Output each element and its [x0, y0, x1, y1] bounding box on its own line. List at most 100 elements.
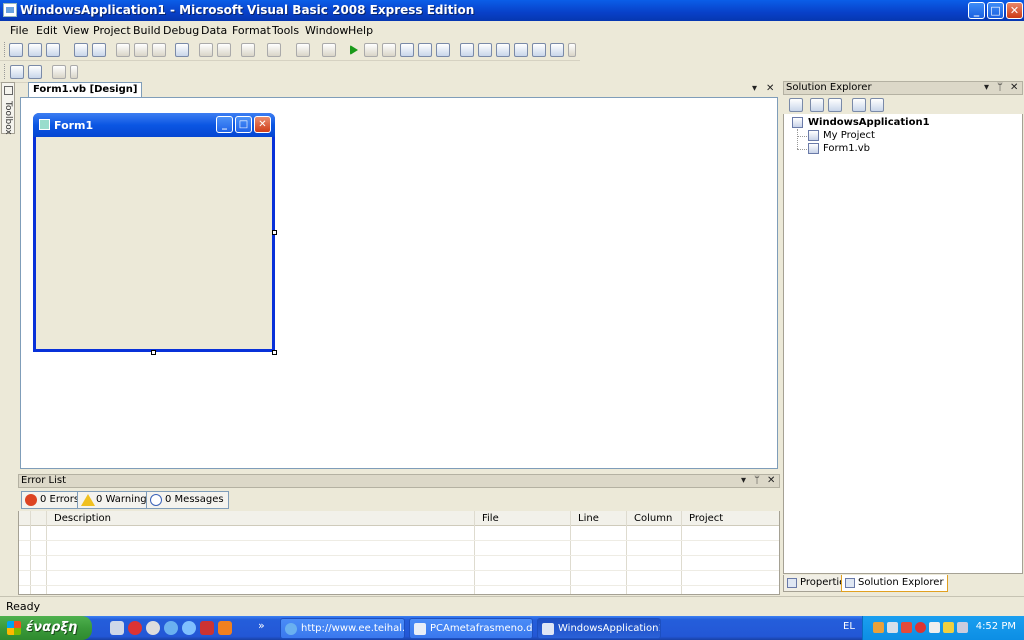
toolbox-tab[interactable]: Toolbox: [1, 82, 15, 135]
document-list-dropdown-icon[interactable]: ▾: [752, 83, 757, 94]
properties-icon[interactable]: [789, 98, 803, 112]
tab-form1-design[interactable]: Form1.vb [Design]: [28, 82, 143, 97]
title-bar[interactable]: WindowsApplication1 - Microsoft Visual B…: [0, 0, 1024, 21]
form-minimize-button[interactable]: _: [216, 116, 233, 133]
paste-icon[interactable]: [152, 43, 166, 57]
column-file[interactable]: File: [482, 513, 499, 524]
redo-icon[interactable]: [267, 43, 281, 57]
tray-volume-icon[interactable]: [929, 622, 940, 633]
tray-security-icon[interactable]: [901, 622, 912, 633]
quicklaunch-flag-icon[interactable]: [200, 621, 214, 635]
taskbar-item-document[interactable]: PCAmetafrasmeno.d...: [409, 618, 533, 639]
quicklaunch-ie-icon[interactable]: [164, 621, 178, 635]
solution-explorer-close-icon[interactable]: ✕: [1010, 82, 1018, 93]
find-icon[interactable]: [175, 43, 189, 57]
stop-debugging-icon[interactable]: [382, 43, 396, 57]
step-out-icon[interactable]: [436, 43, 450, 57]
form1-window[interactable]: Form1 _ □ ✕: [33, 113, 275, 352]
quicklaunch-app-icon[interactable]: [110, 621, 124, 635]
menu-file[interactable]: File: [10, 24, 28, 37]
view-code-icon[interactable]: [852, 98, 866, 112]
close-button[interactable]: ✕: [1006, 2, 1023, 19]
uncomment-icon[interactable]: [217, 43, 231, 57]
warnings-filter-button[interactable]: 0 Warnings: [77, 491, 157, 509]
menu-view[interactable]: View: [63, 24, 89, 37]
view-designer-icon[interactable]: [870, 98, 884, 112]
resize-handle-right[interactable]: [272, 230, 277, 235]
column-column[interactable]: Column: [634, 513, 672, 524]
menu-help[interactable]: Help: [348, 24, 373, 37]
errors-filter-button[interactable]: 0 Errors: [21, 491, 85, 509]
tray-opera-icon[interactable]: [915, 622, 926, 633]
menu-format[interactable]: Format: [232, 24, 271, 37]
toolbar-overflow-icon[interactable]: [568, 43, 576, 57]
error-list-pin-icon[interactable]: ᛘ: [754, 475, 760, 486]
toolbar-grip[interactable]: [4, 64, 7, 79]
object-browser-icon[interactable]: [496, 43, 510, 57]
form-maximize-button[interactable]: □: [235, 116, 252, 133]
solution-explorer-icon[interactable]: [460, 43, 474, 57]
save-all-icon[interactable]: [92, 43, 106, 57]
add-project-icon[interactable]: [9, 43, 23, 57]
solution-explorer-pin-icon[interactable]: ᛘ: [997, 82, 1003, 93]
tray-network-icon[interactable]: [887, 622, 898, 633]
messages-filter-button[interactable]: 0 Messages: [146, 491, 229, 509]
toolbar-overflow-icon[interactable]: [70, 65, 78, 79]
tab-order-icon[interactable]: [52, 65, 66, 79]
form1-title-bar[interactable]: Form1 _ □ ✕: [33, 113, 275, 137]
quicklaunch-media-icon[interactable]: [146, 621, 160, 635]
quicklaunch-overflow-icon[interactable]: »: [258, 619, 265, 632]
vb-app-icon[interactable]: [3, 3, 17, 17]
start-page-icon[interactable]: [550, 43, 564, 57]
minimize-button[interactable]: _: [968, 2, 985, 19]
save-icon[interactable]: [74, 43, 88, 57]
menu-data[interactable]: Data: [201, 24, 227, 37]
maximize-button[interactable]: □: [987, 2, 1004, 19]
tray-monitor-icon[interactable]: [957, 622, 968, 633]
toolbox-icon[interactable]: [514, 43, 528, 57]
tray-alert-icon[interactable]: [943, 622, 954, 633]
refresh-icon[interactable]: [828, 98, 842, 112]
error-list-close-icon[interactable]: ✕: [767, 475, 775, 486]
break-all-icon[interactable]: [364, 43, 378, 57]
column-project[interactable]: Project: [689, 513, 723, 524]
resize-handle-corner[interactable]: [272, 350, 277, 355]
clock[interactable]: 4:52 PM: [976, 621, 1016, 632]
resize-handle-bottom[interactable]: [151, 350, 156, 355]
tree-item-form1[interactable]: Form1.vb: [823, 143, 870, 154]
taskbar-item-browser[interactable]: http://www.ee.teihal...: [280, 618, 405, 639]
close-document-icon[interactable]: ✕: [766, 83, 774, 94]
language-indicator[interactable]: EL: [843, 621, 855, 632]
column-description[interactable]: Description: [54, 513, 111, 524]
comment-icon[interactable]: [199, 43, 213, 57]
menu-edit[interactable]: Edit: [36, 24, 57, 37]
undo-icon[interactable]: [241, 43, 255, 57]
cut-icon[interactable]: [116, 43, 130, 57]
navigate-forward-icon[interactable]: [322, 43, 336, 57]
column-line[interactable]: Line: [578, 513, 599, 524]
form-close-button[interactable]: ✕: [254, 116, 271, 133]
show-all-files-icon[interactable]: [810, 98, 824, 112]
align-to-grid-icon[interactable]: [10, 65, 24, 79]
start-debugging-icon[interactable]: [350, 45, 358, 55]
start-button[interactable]: έναρξη: [0, 616, 92, 640]
copy-icon[interactable]: [134, 43, 148, 57]
tab-solution-explorer[interactable]: Solution Explorer: [841, 575, 948, 592]
tree-root-project[interactable]: WindowsApplication1: [808, 117, 930, 128]
menu-tools[interactable]: Tools: [272, 24, 299, 37]
error-list-icon[interactable]: [532, 43, 546, 57]
open-file-icon[interactable]: [28, 43, 42, 57]
menu-window[interactable]: Window: [305, 24, 348, 37]
step-over-icon[interactable]: [418, 43, 432, 57]
toolbar-grip[interactable]: [4, 42, 7, 57]
step-into-icon[interactable]: [400, 43, 414, 57]
tray-app-icon[interactable]: [873, 622, 884, 633]
menu-project[interactable]: Project: [93, 24, 131, 37]
menu-build[interactable]: Build: [133, 24, 161, 37]
solution-explorer-dropdown-icon[interactable]: ▾: [984, 82, 989, 93]
quicklaunch-opera-icon[interactable]: [128, 621, 142, 635]
error-list-dropdown-icon[interactable]: ▾: [741, 475, 746, 486]
add-item-icon[interactable]: [46, 43, 60, 57]
quicklaunch-browser-icon[interactable]: [182, 621, 196, 635]
menu-debug[interactable]: Debug: [163, 24, 199, 37]
